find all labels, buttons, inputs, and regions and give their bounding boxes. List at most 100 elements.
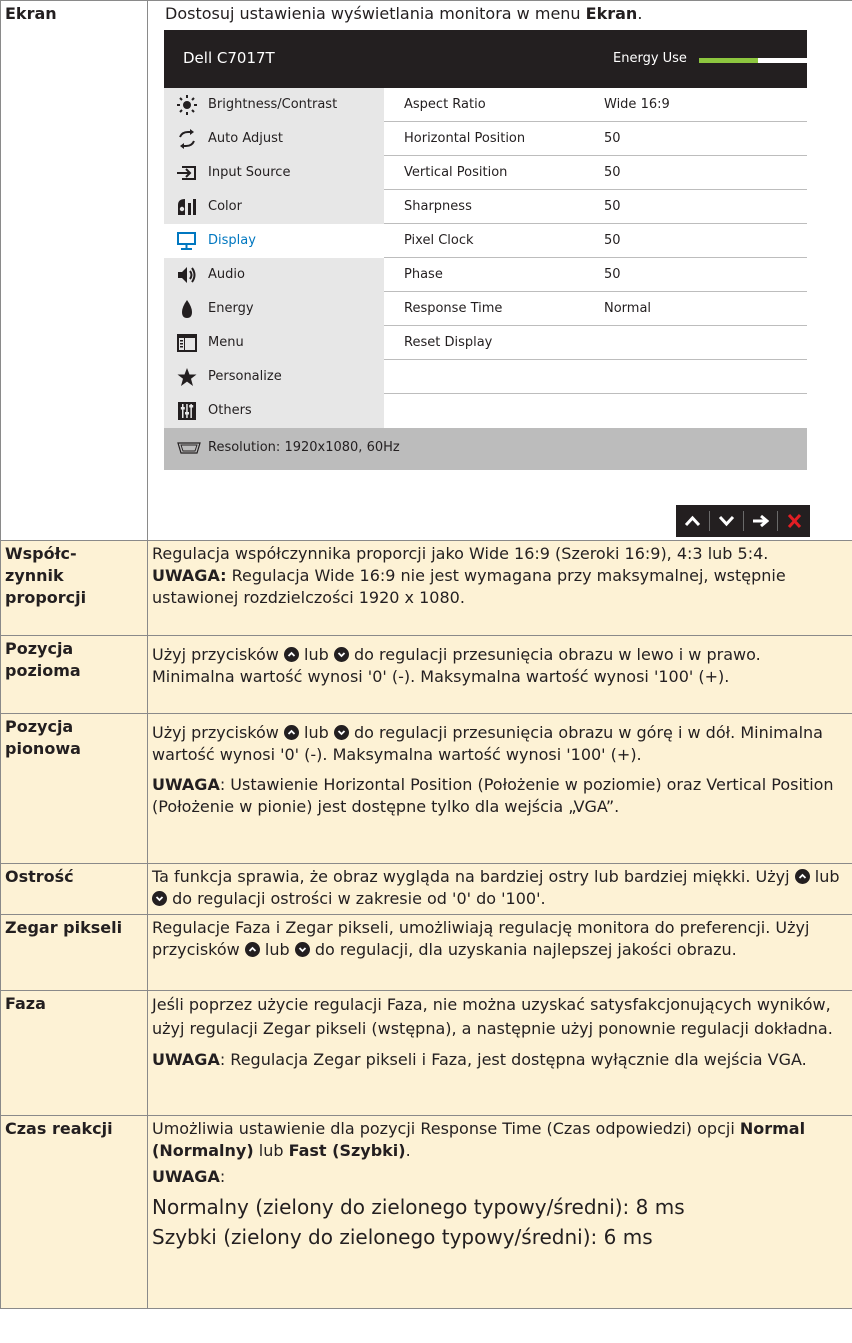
setting-vertical-position[interactable]: Vertical Position 50 [384, 156, 807, 190]
menu-item-audio[interactable]: Audio [164, 258, 384, 292]
sharp-post: do regulacji ostrości w zakresie od '0' … [167, 889, 546, 908]
down-button-icon [333, 647, 349, 662]
exit-button[interactable] [778, 505, 811, 537]
desc-hpos: Użyj przycisków lub do regulacji przesun… [147, 635, 852, 714]
energy-use-fill [699, 58, 759, 63]
setting-aspect-ratio[interactable]: Aspect Ratio Wide 16:9 [384, 88, 807, 122]
vpos-note: UWAGA: Ustawienie Horizontal Position (P… [152, 774, 848, 818]
response-t3: . [405, 1141, 411, 1160]
label-phase-text: Faza [5, 994, 46, 1013]
label-clock-text: Zegar pikseli [5, 918, 123, 937]
aspect-note-label: UWAGA: [152, 566, 227, 585]
sharp-text: Ta funkcja sprawia, że obraz wygląda na … [152, 866, 848, 910]
label-sharp-text: Ostrość [5, 867, 74, 886]
vpos-pre: Użyj przycisków [152, 723, 284, 742]
menu-item-energy[interactable]: Energy [164, 292, 384, 326]
phase-note-text: : Regulacja Zegar pikseli i Faza, jest d… [219, 1050, 807, 1069]
menu-item-personalize[interactable]: Personalize [164, 360, 384, 394]
desc-response: Umożliwia ustawienie dla pozycji Respons… [147, 1115, 852, 1309]
response-note: UWAGA: [152, 1166, 848, 1188]
arrow-right-icon [753, 514, 769, 528]
star-icon [177, 368, 197, 386]
menu-item-label: Personalize [208, 369, 282, 384]
response-note-colon: : [219, 1167, 226, 1186]
response-t2: lub [253, 1141, 289, 1160]
setting-response-time[interactable]: Response Time Normal [384, 292, 807, 326]
osd-status-bar: Resolution: 1920x1080, 60Hz [164, 428, 807, 470]
osd-settings-panel: Aspect Ratio Wide 16:9 Horizontal Positio… [384, 88, 807, 428]
vpos-note-text: : Ustawienie Horizontal Position (Położe… [152, 775, 834, 816]
label-phase: Faza [0, 990, 148, 1116]
enter-button[interactable] [744, 505, 777, 537]
setting-value: 50 [604, 131, 621, 146]
phase-note: UWAGA: Regulacja Zegar pikseli i Faza, j… [152, 1049, 848, 1071]
down-button[interactable] [710, 505, 743, 537]
setting-phase[interactable]: Phase 50 [384, 258, 807, 292]
menu-item-input-source[interactable]: Input Source [164, 156, 384, 190]
setting-horizontal-position[interactable]: Horizontal Position 50 [384, 122, 807, 156]
desc-vpos: Użyj przycisków lub do regulacji przesun… [147, 713, 852, 864]
osd-header: Dell C7017T Energy Use [164, 30, 807, 88]
row-hpos: Pozycja pozioma Użyj przycisków lub do re… [0, 635, 852, 714]
sliders-icon [178, 402, 196, 420]
setting-value: Normal [604, 301, 652, 316]
energy-use-label: Energy Use [613, 51, 687, 66]
menu-item-color[interactable]: Color [164, 190, 384, 224]
phase-text: Jeśli poprzez użycie regulacji Faza, nie… [152, 995, 833, 1038]
aspect-text: Regulacja współczynnika proporcji jako W… [152, 544, 769, 563]
menu-item-auto-adjust[interactable]: Auto Adjust [164, 122, 384, 156]
vpos-mid: lub [298, 723, 334, 742]
response-text: Umożliwia ustawienie dla pozycji Respons… [152, 1118, 848, 1162]
speaker-icon [178, 267, 196, 283]
menu-item-display[interactable]: Display [164, 224, 384, 258]
down-button-icon [294, 942, 310, 957]
setting-name: Pixel Clock [404, 233, 474, 248]
clock-mid: lub [259, 940, 295, 959]
menu-item-label: Brightness/Contrast [208, 97, 338, 112]
response-t1: Umożliwia ustawienie dla pozycji Respons… [152, 1119, 740, 1138]
desc-aspect: Regulacja współczynnika proporcji jako W… [147, 540, 852, 636]
resolution-label: Resolution: 1920x1080, 60Hz [208, 440, 400, 455]
sun-icon [177, 95, 197, 115]
aspect-note: UWAGA: Regulacja Wide 16:9 nie jest wyma… [152, 565, 848, 609]
setting-pixel-clock[interactable]: Pixel Clock 50 [384, 224, 807, 258]
phase-note-label: UWAGA [152, 1050, 220, 1069]
up-button-icon [244, 942, 260, 957]
response-fast: Szybki (zielony do zielonego typowy/śred… [152, 1225, 653, 1249]
setting-value: 50 [604, 199, 621, 214]
sharp-mid: lub [809, 867, 840, 886]
color-icon [178, 199, 196, 215]
up-button[interactable] [676, 505, 709, 537]
menu-item-brightness-contrast[interactable]: Brightness/Contrast [164, 88, 384, 122]
setting-sharpness[interactable]: Sharpness 50 [384, 190, 807, 224]
desc-phase: Jeśli poprzez użycie regulacji Faza, nie… [147, 990, 852, 1116]
setting-value: 50 [604, 267, 621, 282]
osd-menu: Dell C7017T Energy Use Brightness/Contra… [164, 30, 807, 470]
response-note-label: UWAGA [152, 1167, 220, 1186]
response-normal: Normalny (zielony do zielonego typowy/śr… [152, 1195, 685, 1219]
setting-empty-row [384, 394, 807, 428]
setting-reset-display[interactable]: Reset Display [384, 326, 807, 360]
setting-name: Vertical Position [404, 165, 508, 180]
setting-name: Horizontal Position [404, 131, 526, 146]
label-response: Czas reakcji [0, 1115, 148, 1309]
menu-item-others[interactable]: Others [164, 394, 384, 428]
menu-item-label: Energy [208, 301, 254, 316]
chevron-down-icon [718, 515, 735, 527]
setting-name: Response Time [404, 301, 503, 316]
ekran-intro-bold: Ekran [585, 4, 638, 23]
up-button-icon [283, 647, 299, 662]
energy-use-bar [699, 58, 807, 63]
label-hpos: Pozycja pozioma [0, 635, 148, 714]
flame-icon [182, 300, 192, 318]
setting-name: Aspect Ratio [404, 97, 486, 112]
label-aspect-2: zynnik [5, 566, 64, 585]
ekran-intro: Dostosuj ustawienia wyświetlania monitor… [165, 3, 852, 25]
menu-item-menu[interactable]: Menu [164, 326, 384, 360]
setting-name: Sharpness [404, 199, 472, 214]
menu-item-label: Input Source [208, 165, 291, 180]
label-sharp: Ostrość [0, 863, 148, 915]
menu-item-label: Display [208, 233, 256, 248]
chevron-up-icon [684, 515, 701, 527]
label-aspect-1: Współc- [5, 544, 77, 563]
